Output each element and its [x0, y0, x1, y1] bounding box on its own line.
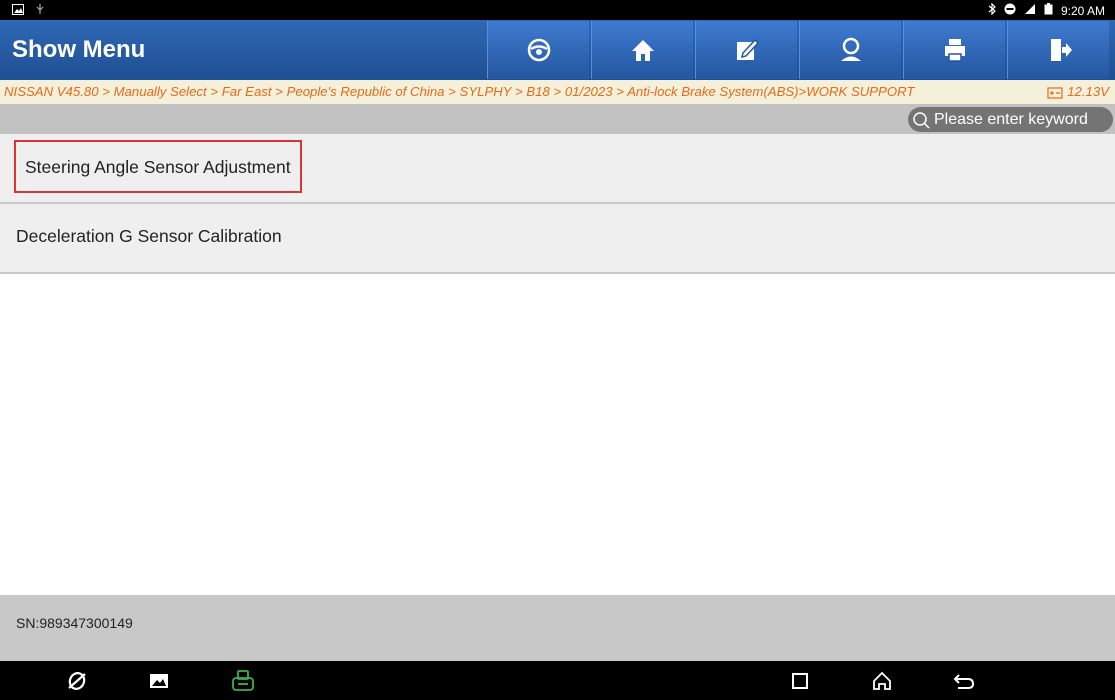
back-icon[interactable] — [951, 668, 977, 694]
page-title: Show Menu — [12, 36, 146, 63]
menu-item-label: Steering Angle Sensor Adjustment — [14, 140, 302, 193]
vci-icon[interactable] — [230, 668, 256, 694]
home-icon — [631, 40, 654, 61]
home-button[interactable] — [591, 21, 693, 79]
voltage-indicator: 12.13V — [1043, 80, 1109, 104]
steering-wheel-button[interactable] — [487, 21, 589, 79]
nav-bar — [0, 661, 1115, 700]
car-battery-icon — [1047, 86, 1063, 99]
breadcrumb-path: NISSAN V45.80 > Manually Select > Far Ea… — [4, 84, 915, 99]
menu-item-label: Deceleration G Sensor Calibration — [16, 226, 282, 246]
gallery-icon[interactable] — [146, 668, 172, 694]
search-icon — [913, 111, 930, 129]
edit-icon — [736, 38, 759, 60]
signal-icon — [1024, 3, 1036, 18]
footer: SN:989347300149 — [0, 595, 1115, 661]
breadcrumb: NISSAN V45.80 > Manually Select > Far Ea… — [0, 80, 1115, 104]
bluetooth-icon — [988, 2, 996, 18]
recent-apps-icon[interactable] — [787, 668, 813, 694]
edit-button[interactable] — [695, 21, 797, 79]
image-icon — [12, 3, 24, 18]
search-strip: Please enter keyword — [0, 104, 1115, 134]
exit-button[interactable] — [1007, 21, 1109, 79]
menu-item-deceleration-g-sensor-calibration[interactable]: Deceleration G Sensor Calibration — [0, 204, 1115, 274]
status-bar: 9:20 AM — [0, 0, 1115, 20]
browser-icon[interactable] — [64, 668, 90, 694]
serial-number: SN:989347300149 — [16, 615, 133, 631]
search-input[interactable]: Please enter keyword — [908, 107, 1113, 132]
search-placeholder: Please enter keyword — [934, 110, 1088, 128]
status-right: 9:20 AM — [988, 2, 1105, 18]
print-button[interactable] — [903, 21, 1005, 79]
dnd-icon — [1004, 3, 1016, 18]
user-button[interactable] — [799, 21, 901, 79]
steering-wheel-icon — [527, 38, 550, 62]
user-icon — [840, 37, 861, 61]
battery-icon — [1044, 3, 1053, 18]
voltage-value: 12.13V — [1067, 84, 1109, 99]
menu-item-steering-angle-sensor-adjustment[interactable]: Steering Angle Sensor Adjustment — [0, 134, 1115, 204]
home-nav-icon[interactable] — [869, 668, 895, 694]
title-bar: Show Menu — [0, 20, 1115, 80]
exit-icon — [1050, 39, 1072, 61]
print-icon — [944, 39, 965, 62]
menu-list: Steering Angle Sensor Adjustment Deceler… — [0, 134, 1115, 274]
toolbar — [487, 20, 1109, 80]
usb-icon — [34, 3, 46, 18]
status-time: 9:20 AM — [1060, 3, 1105, 18]
status-left — [12, 3, 46, 18]
